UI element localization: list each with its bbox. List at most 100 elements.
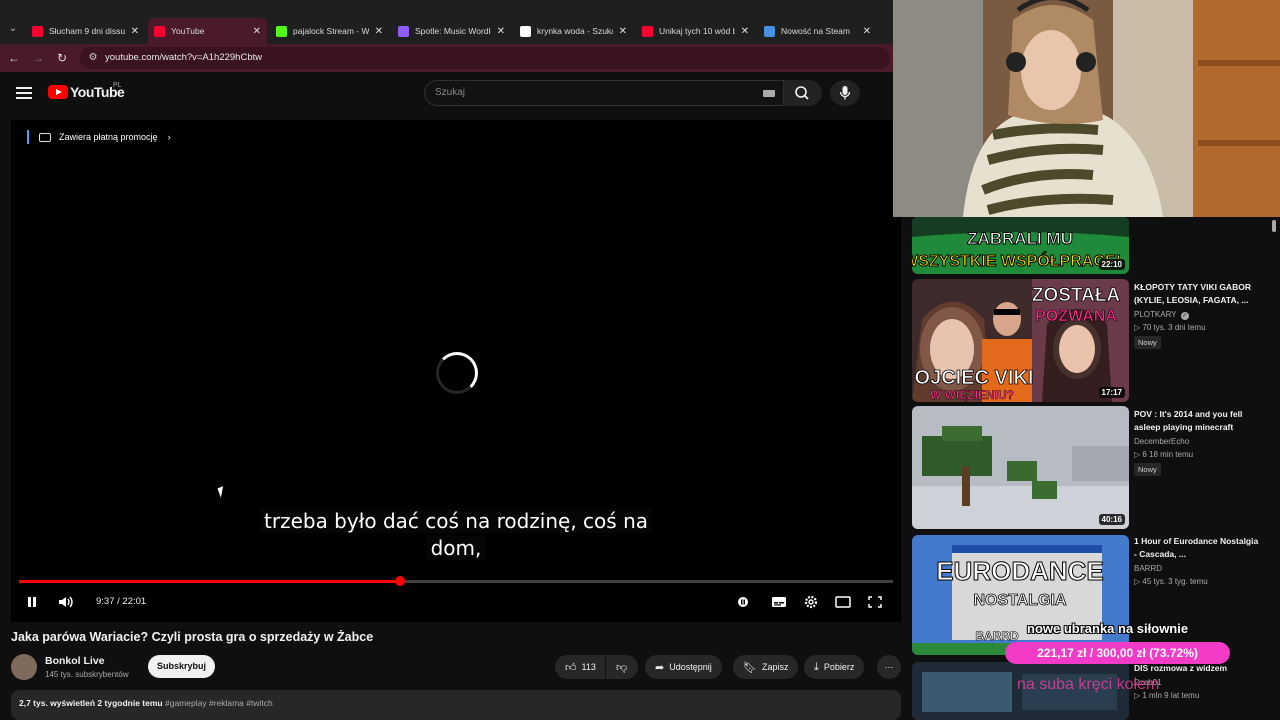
microphone-icon xyxy=(839,86,851,100)
scrubber-handle[interactable] xyxy=(395,576,406,586)
recommendation-channel-4[interactable]: BARRD xyxy=(1134,564,1162,573)
url-text[interactable]: youtube.com/watch?v=A1h229hCbtw xyxy=(105,52,262,63)
thumbs-down-icon: 👎︎ xyxy=(616,661,628,674)
description-text: 2,7 tys. wyświetleń 2 tygodnie temu #gam… xyxy=(19,698,273,708)
recommendation-thumbnail-2[interactable]: ZOSTAŁA POZWANA OJCIEC VIKI W WIĘZIENIU?… xyxy=(912,279,1129,402)
autoplay-toggle[interactable] xyxy=(735,594,751,610)
search-input[interactable]: Szukaj xyxy=(424,80,784,106)
sidebar-scrollbar[interactable] xyxy=(1270,217,1278,707)
close-tab-icon[interactable]: ✕ xyxy=(497,26,505,37)
like-button[interactable]: 👍︎ 113 xyxy=(555,655,605,679)
browser-tab[interactable]: Unikaj tych 10 wód b ✕ xyxy=(636,18,755,44)
description-box[interactable]: 2,7 tys. wyświetleń 2 tygodnie temu #gam… xyxy=(11,690,901,720)
hashtags[interactable]: #gameplay #reklama #twitch xyxy=(165,698,273,708)
chevron-right-icon: › xyxy=(167,132,171,142)
voice-search-button[interactable] xyxy=(830,80,860,106)
recommendation-meta-3: ▷ 6 18 min temu xyxy=(1134,450,1194,459)
kick-icon xyxy=(276,25,287,37)
stream-goal-progress: 221,17 zł / 300,00 zł (73.72%) xyxy=(1037,646,1198,660)
video-player[interactable]: Zawiera płatną promocję › trzeba było da… xyxy=(11,120,901,622)
tab-search-dropdown-icon[interactable]: ⌄ xyxy=(4,20,22,38)
paid-promotion-label: Zawiera płatną promocję xyxy=(59,132,158,142)
tab-title: Słucham 9 dni dissu na xyxy=(49,26,125,36)
subscribe-button[interactable]: Subskrybuj xyxy=(148,655,215,678)
keyboard-icon[interactable] xyxy=(763,90,775,97)
address-bar[interactable]: ⚙ youtube.com/watch?v=A1h229hCbtw xyxy=(80,47,890,69)
recommendation-thumbnail-1[interactable]: ZABRALI MU WSZYSTKIE WSPÓŁPRACE! 22:10 xyxy=(912,217,1129,274)
video-duration: 17:17 xyxy=(1098,387,1125,398)
youtube-icon xyxy=(154,25,165,37)
webcam-feed-image xyxy=(893,0,1280,217)
gear-icon xyxy=(804,595,818,609)
channel-name: PLOTKARY xyxy=(1134,310,1177,319)
progress-bar[interactable] xyxy=(19,576,893,586)
channel-name[interactable]: Bonkol Live xyxy=(45,655,105,667)
thumbnail-image: EURODANCE NOSTALGIA BARRD xyxy=(912,535,1129,655)
video-duration: 40:16 xyxy=(1098,514,1125,525)
thumb-text-line2: POZWANA xyxy=(1035,308,1117,325)
search-button[interactable] xyxy=(784,80,822,106)
tab-title: pajalock Stream - Wat xyxy=(293,26,369,36)
browser-tab[interactable]: pajalock Stream - Wat ✕ xyxy=(270,18,389,44)
recommendation-thumbnail-4[interactable]: EURODANCE NOSTALGIA BARRD xyxy=(912,535,1129,655)
browser-tab[interactable]: krynka woda - Szukaj ✕ xyxy=(514,18,633,44)
close-tab-icon[interactable]: ✕ xyxy=(863,26,871,37)
browser-tab[interactable]: YouTube ✕ xyxy=(148,18,267,44)
close-tab-icon[interactable]: ✕ xyxy=(741,26,749,37)
channel-avatar[interactable] xyxy=(11,654,37,680)
youtube-logo-icon[interactable] xyxy=(48,85,68,99)
recommendation-thumbnail-3[interactable]: 40:16 xyxy=(912,406,1129,529)
thumbnail-image: ZABRALI MU WSZYSTKIE WSPÓŁPRACE! xyxy=(912,217,1129,274)
theater-mode-icon xyxy=(835,596,851,608)
browser-tab[interactable]: Spotle: Music Wordle ✕ xyxy=(392,18,511,44)
close-tab-icon[interactable]: ✕ xyxy=(253,26,261,37)
close-tab-icon[interactable]: ✕ xyxy=(375,26,383,37)
close-tab-icon[interactable]: ✕ xyxy=(619,26,627,37)
mouse-cursor-icon xyxy=(217,486,227,498)
tab-title: Spotle: Music Wordle xyxy=(415,26,491,36)
back-arrow-icon[interactable]: ← xyxy=(6,50,22,66)
theater-mode-button[interactable] xyxy=(834,594,852,610)
browser-tab-bar: ⌄ Słucham 9 dni dissu na✕YouTube✕pajaloc… xyxy=(0,0,893,44)
youtube-icon xyxy=(642,25,653,37)
share-button[interactable]: ➦ Udostępnij xyxy=(645,655,722,679)
recommendation-title-2[interactable]: KŁOPOTY TATY VIKI GABOR (KYLIE, LEOSIA, … xyxy=(1134,281,1262,307)
download-icon: ⤓ xyxy=(814,660,819,673)
scrollbar-thumb[interactable] xyxy=(1272,220,1276,232)
site-settings-icon[interactable]: ⚙ xyxy=(86,51,100,65)
download-button[interactable]: ⤓ Pobierz xyxy=(804,655,865,679)
save-label: Zapisz xyxy=(761,662,789,672)
thumb-text-line3: OJCIEC VIKI xyxy=(915,367,1034,389)
thumbnail-image xyxy=(912,406,1129,529)
fullscreen-button[interactable] xyxy=(866,594,884,610)
paid-promotion-banner[interactable]: Zawiera płatną promocję › xyxy=(27,130,171,144)
video-time: 9:37 / 22:01 xyxy=(96,596,147,607)
settings-button[interactable] xyxy=(802,594,820,610)
browser-tab[interactable]: Nowość na Steam ✕ xyxy=(758,18,877,44)
new-badge-2: Nowy xyxy=(1134,336,1161,349)
recommendation-channel-3[interactable]: DecemberEcho xyxy=(1134,437,1189,446)
search-placeholder: Szukaj xyxy=(435,87,466,98)
browser-tab[interactable]: Słucham 9 dni dissu na ✕ xyxy=(26,18,145,44)
tab-title: Unikaj tych 10 wód b xyxy=(659,26,735,36)
search-icon xyxy=(795,86,809,100)
more-actions-button[interactable]: ⋯ xyxy=(877,655,901,679)
menu-icon[interactable] xyxy=(16,87,32,99)
reload-icon[interactable]: ↻ xyxy=(54,50,70,66)
subtitles-button[interactable] xyxy=(770,594,788,610)
recommendation-title-3[interactable]: POV : It's 2014 and you fell asleep play… xyxy=(1134,408,1262,434)
pause-button[interactable] xyxy=(24,594,40,610)
forward-arrow-icon[interactable]: → xyxy=(30,50,46,66)
video-duration: 22:10 xyxy=(1098,259,1125,270)
volume-button[interactable] xyxy=(57,594,75,610)
thumb-text-line2: NOSTALGIA xyxy=(973,592,1066,609)
bookmark-icon: 🔖︎ xyxy=(743,661,757,674)
recommendation-channel-2[interactable]: PLOTKARY ✓ xyxy=(1134,310,1189,320)
recommendation-title-4[interactable]: 1 Hour of Eurodance Nostalgia - Cascada,… xyxy=(1134,535,1262,561)
share-icon: ➦ xyxy=(655,661,665,674)
pause-icon xyxy=(28,597,36,607)
dislike-button[interactable]: 👎︎ xyxy=(606,655,638,679)
streamer-webcam xyxy=(893,0,1280,217)
save-button[interactable]: 🔖︎ Zapisz xyxy=(733,655,799,679)
close-tab-icon[interactable]: ✕ xyxy=(131,26,139,37)
